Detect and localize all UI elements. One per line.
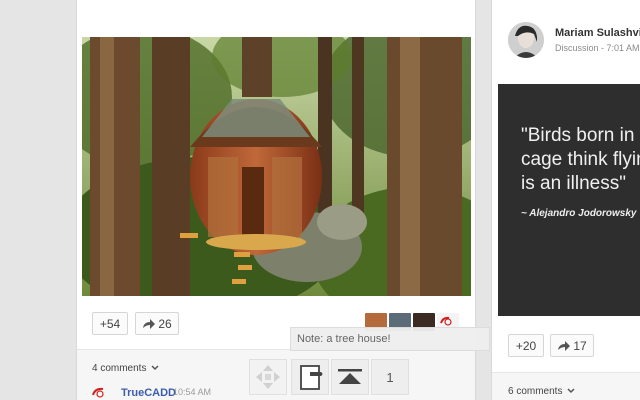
share-arrow-icon (142, 318, 156, 329)
eject-button[interactable] (331, 359, 369, 395)
share-count: 17 (573, 338, 587, 353)
profile-photo (508, 22, 544, 58)
chevron-down-icon (151, 363, 159, 374)
eject-icon (338, 369, 362, 384)
plus-one-count: +54 (99, 316, 121, 331)
share-button[interactable]: 26 (135, 312, 179, 335)
truecadd-logo-icon (92, 387, 104, 398)
comments-count-label: 4 comments (92, 363, 147, 374)
comment-author[interactable]: TrueCADD (121, 387, 176, 399)
quote-author: ~ Alejandro Jodorowsky (521, 208, 637, 219)
plus-one-button[interactable]: +54 (92, 312, 128, 335)
share-count: 26 (158, 316, 172, 331)
plus-one-button[interactable]: +20 (508, 334, 544, 357)
share-button[interactable]: 17 (550, 334, 594, 357)
note-tooltip: Note: a tree house! (290, 327, 490, 351)
comments-toggle[interactable]: 6 comments (508, 386, 575, 397)
chevron-down-icon (567, 386, 575, 397)
move-arrows-icon (256, 365, 280, 389)
counter-value: 1 (386, 369, 394, 385)
author-name[interactable]: Mariam Sulashvili (555, 27, 640, 39)
page-counter[interactable]: 1 (371, 359, 409, 395)
post-card-right: Mariam Sulashvili Discussion - 7:01 AM "… (491, 0, 640, 400)
post-meta: Discussion - 7:01 AM (555, 43, 640, 53)
note-button[interactable] (291, 359, 329, 395)
share-arrow-icon (557, 340, 571, 351)
quote-text: "Birds born in a cage think flying is an… (521, 125, 640, 194)
plus-one-count: +20 (515, 338, 537, 353)
comments-toggle[interactable]: 4 comments (92, 363, 159, 374)
comment-time[interactable]: 10:54 AM (173, 387, 211, 397)
avatar[interactable] (508, 22, 544, 58)
tree-house-image (82, 37, 471, 296)
note-icon (300, 365, 323, 390)
comments-count-label: 6 comments (508, 386, 563, 397)
commenter-avatar[interactable] (91, 386, 107, 400)
quote-image[interactable]: "Birds born in a cage think flying is an… (498, 84, 640, 316)
post-photo[interactable] (82, 37, 471, 296)
move-button[interactable] (249, 359, 287, 395)
